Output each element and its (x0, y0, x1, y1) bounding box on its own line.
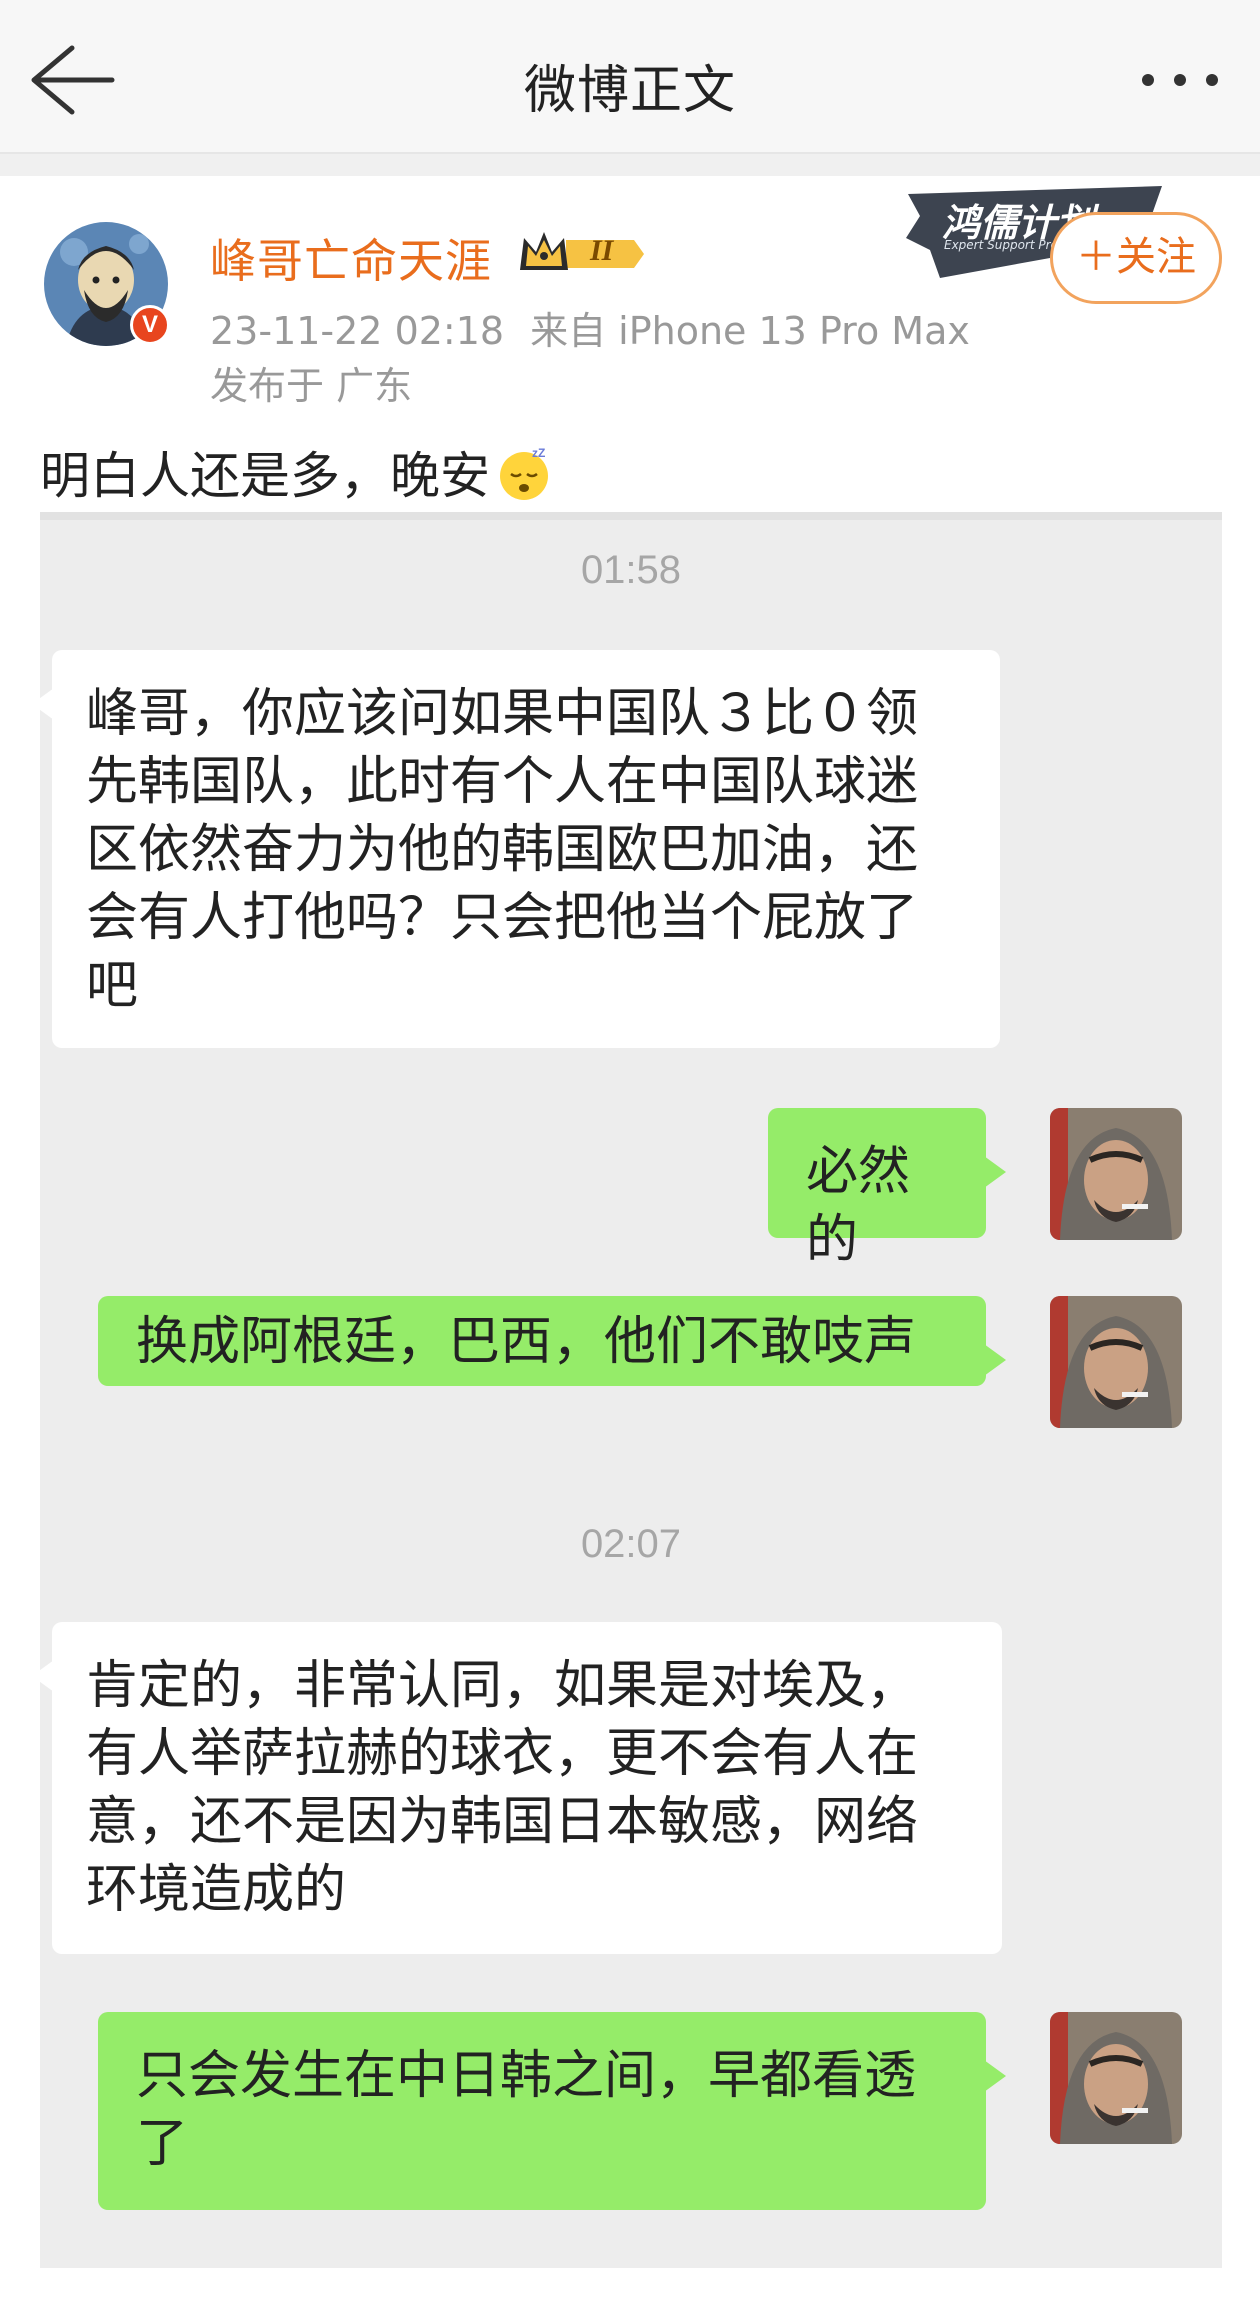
chat-screenshot: 01:58 峰哥，你应该问如果中国队３比０领先韩国队，此时有个人在中国队球迷区依… (40, 512, 1222, 2268)
post-location: 发布于 广东 (210, 364, 413, 408)
crown-level-badge: II (516, 226, 646, 282)
incoming-message: 峰哥，你应该问如果中国队３比０领先韩国队，此时有个人在中国队球迷区依然奋力为他的… (40, 650, 1000, 1048)
person-photo-icon (1050, 1296, 1182, 1428)
level-text: II (590, 234, 614, 267)
incoming-message: 肯定的，非常认同，如果是对埃及，有人举萨拉赫的球衣，更不会有人在意，还不是因为韩… (40, 1622, 1002, 1954)
post-datetime: 23-11-22 02:18 (210, 309, 505, 353)
post-text: 明白人还是多，晚安 (40, 447, 490, 505)
post-meta: 23-11-22 02:18 来自 iPhone 13 Pro Max (210, 300, 970, 355)
outgoing-message: 换成阿根廷，巴西，他们不敢吱声 (98, 1296, 1006, 1386)
chat-timestamp: 01:58 (580, 548, 682, 592)
more-dots-icon (1142, 74, 1218, 86)
person-photo-icon (1050, 1108, 1182, 1240)
crown-icon (520, 232, 644, 270)
chat-top-edge (40, 512, 1222, 520)
person-photo-icon (1050, 2012, 1182, 2144)
sleeping-face-icon: zZ (500, 446, 548, 500)
outgoing-message: 必然的 (768, 1108, 1006, 1270)
svg-text:zZ: zZ (532, 446, 545, 460)
verified-badge: V (130, 305, 170, 345)
section-gap (0, 154, 1260, 176)
author-name[interactable]: 峰哥亡命天涯 (210, 225, 492, 291)
post-body: 明白人还是多，晚安 zZ (40, 436, 554, 508)
chat-timestamp: 02:07 (580, 1522, 682, 1566)
banner-subtitle: Expert Support Pro (944, 238, 1058, 252)
follow-button[interactable]: ＋关注 (1050, 212, 1222, 304)
sender-avatar (1050, 1296, 1182, 1428)
post-source: 来自 iPhone 13 Pro Max (530, 309, 970, 353)
sender-avatar (1050, 1108, 1182, 1240)
more-button[interactable] (1130, 55, 1230, 105)
sender-avatar (1050, 2012, 1182, 2144)
outgoing-message: 只会发生在中日韩之间，早都看透了 (98, 2012, 1006, 2210)
page-title: 微博正文 (523, 61, 736, 121)
